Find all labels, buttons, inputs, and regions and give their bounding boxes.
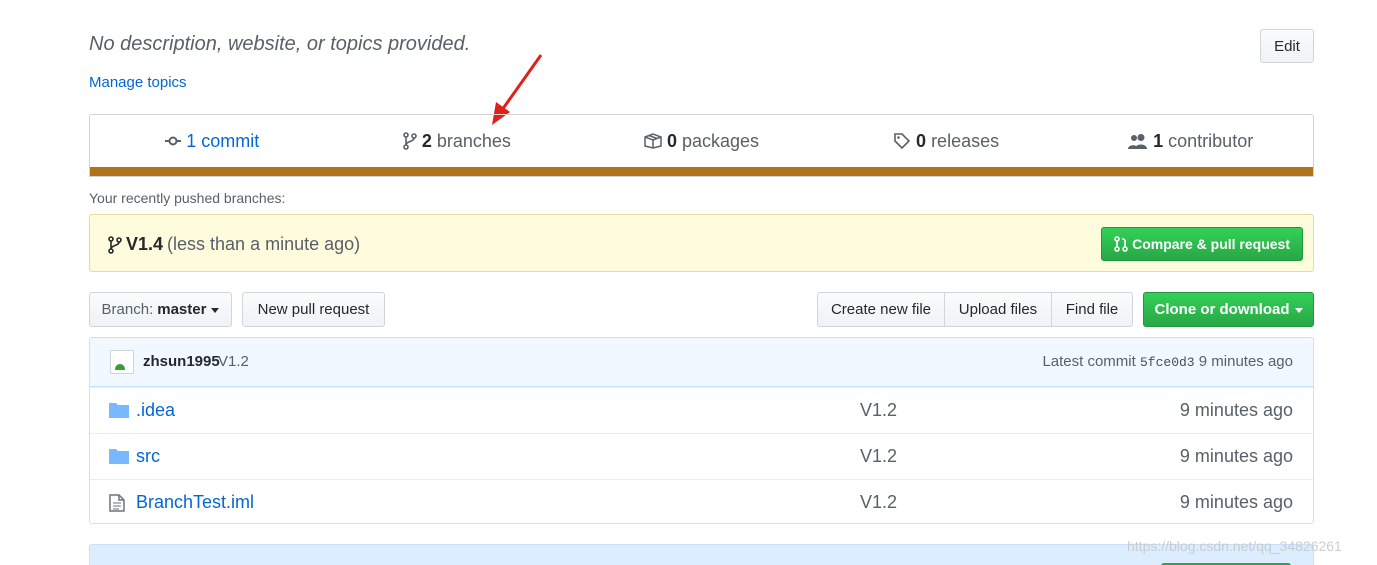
- recent-branch-info: V1.4 (less than a minute ago): [108, 234, 360, 255]
- packages-count: 0: [666, 130, 677, 151]
- commits-link[interactable]: 1 commit: [90, 131, 335, 152]
- packages-label: packages: [681, 130, 760, 151]
- manage-topics-link[interactable]: Manage topics: [89, 74, 187, 91]
- latest-commit-info: Latest commit 5fce0d3 9 minutes ago: [1042, 353, 1293, 370]
- watermark: https://blog.csdn.net/qq_34826261: [1127, 538, 1342, 554]
- file-commit-message[interactable]: V1.2: [860, 400, 897, 421]
- clone-download-label: Clone or download: [1154, 301, 1290, 318]
- branch-icon: [108, 235, 122, 254]
- folder-icon: [109, 449, 129, 464]
- compare-pull-request-button[interactable]: Compare & pull request: [1101, 227, 1303, 261]
- file-table: zhsun1995 V1.2 Latest commit 5fce0d3 9 m…: [89, 337, 1314, 524]
- releases-link[interactable]: 0 releases: [824, 131, 1069, 152]
- branch-prefix: Branch:: [101, 301, 154, 318]
- pull-request-icon: [1114, 236, 1128, 252]
- branch-name: master: [157, 301, 207, 318]
- create-new-file-button[interactable]: Create new file: [817, 292, 945, 327]
- package-icon: [644, 133, 662, 149]
- find-file-button[interactable]: Find file: [1051, 292, 1133, 327]
- language-bar: [90, 167, 1313, 176]
- new-pull-request-button[interactable]: New pull request: [242, 292, 385, 327]
- commits-count: 1: [186, 130, 197, 151]
- branches-count: 2: [421, 130, 432, 151]
- branches-label: branches: [436, 130, 511, 151]
- commit-icon: [165, 136, 182, 146]
- file-age: 9 minutes ago: [1179, 446, 1293, 466]
- caret-down-icon: [211, 308, 220, 313]
- branch-select-button[interactable]: Branch: master: [89, 292, 232, 327]
- commit-author[interactable]: zhsun1995: [143, 353, 220, 370]
- file-icon: [109, 494, 125, 512]
- releases-count: 0: [916, 130, 927, 151]
- avatar[interactable]: [110, 350, 134, 374]
- commit-sha[interactable]: 5fce0d3: [1140, 355, 1195, 370]
- folder-icon: [109, 403, 129, 418]
- branch-icon: [403, 132, 417, 150]
- recent-branch-name[interactable]: V1.4: [126, 234, 163, 255]
- contributors-link[interactable]: 1 contributor: [1068, 131, 1313, 152]
- commits-label: commit: [201, 130, 260, 151]
- file-age: 9 minutes ago: [1179, 400, 1293, 420]
- recent-branch-banner: V1.4 (less than a minute ago) Compare & …: [89, 214, 1314, 272]
- recent-branch-time: (less than a minute ago): [167, 234, 361, 254]
- file-name-link[interactable]: .idea: [136, 400, 175, 421]
- numbers-summary: 1 commit 2 branches 0 packages 0 release…: [89, 114, 1314, 177]
- people-icon: [1128, 134, 1148, 149]
- contributors-label: contributor: [1168, 130, 1254, 151]
- file-name-link[interactable]: src: [136, 446, 160, 467]
- caret-down-icon: [1294, 308, 1303, 313]
- file-age: 9 minutes ago: [1179, 492, 1293, 512]
- commit-tease: zhsun1995 V1.2 Latest commit 5fce0d3 9 m…: [90, 338, 1313, 387]
- clone-download-button[interactable]: Clone or download: [1143, 292, 1314, 327]
- releases-label: releases: [931, 130, 1000, 151]
- repo-description: No description, website, or topics provi…: [89, 33, 471, 55]
- tag-icon: [894, 133, 911, 150]
- commit-message[interactable]: V1.2: [218, 353, 249, 370]
- file-name-link[interactable]: BranchTest.iml: [136, 492, 254, 513]
- recent-branches-label: Your recently pushed branches:: [89, 190, 286, 206]
- branches-link[interactable]: 2 branches: [335, 131, 580, 152]
- latest-commit-label: Latest commit: [1042, 353, 1136, 370]
- table-row: .idea V1.2 9 minutes ago: [90, 387, 1313, 433]
- table-row: src V1.2 9 minutes ago: [90, 433, 1313, 479]
- upload-files-button[interactable]: Upload files: [944, 292, 1052, 327]
- compare-pull-request-label: Compare & pull request: [1132, 236, 1290, 252]
- packages-link[interactable]: 0 packages: [579, 131, 824, 152]
- table-row: BranchTest.iml V1.2 9 minutes ago: [90, 479, 1313, 523]
- file-commit-message[interactable]: V1.2: [860, 492, 897, 513]
- commit-age: 9 minutes ago: [1198, 353, 1293, 370]
- edit-button[interactable]: Edit: [1260, 29, 1314, 63]
- contributors-count: 1: [1153, 130, 1164, 151]
- file-commit-message[interactable]: V1.2: [860, 446, 897, 467]
